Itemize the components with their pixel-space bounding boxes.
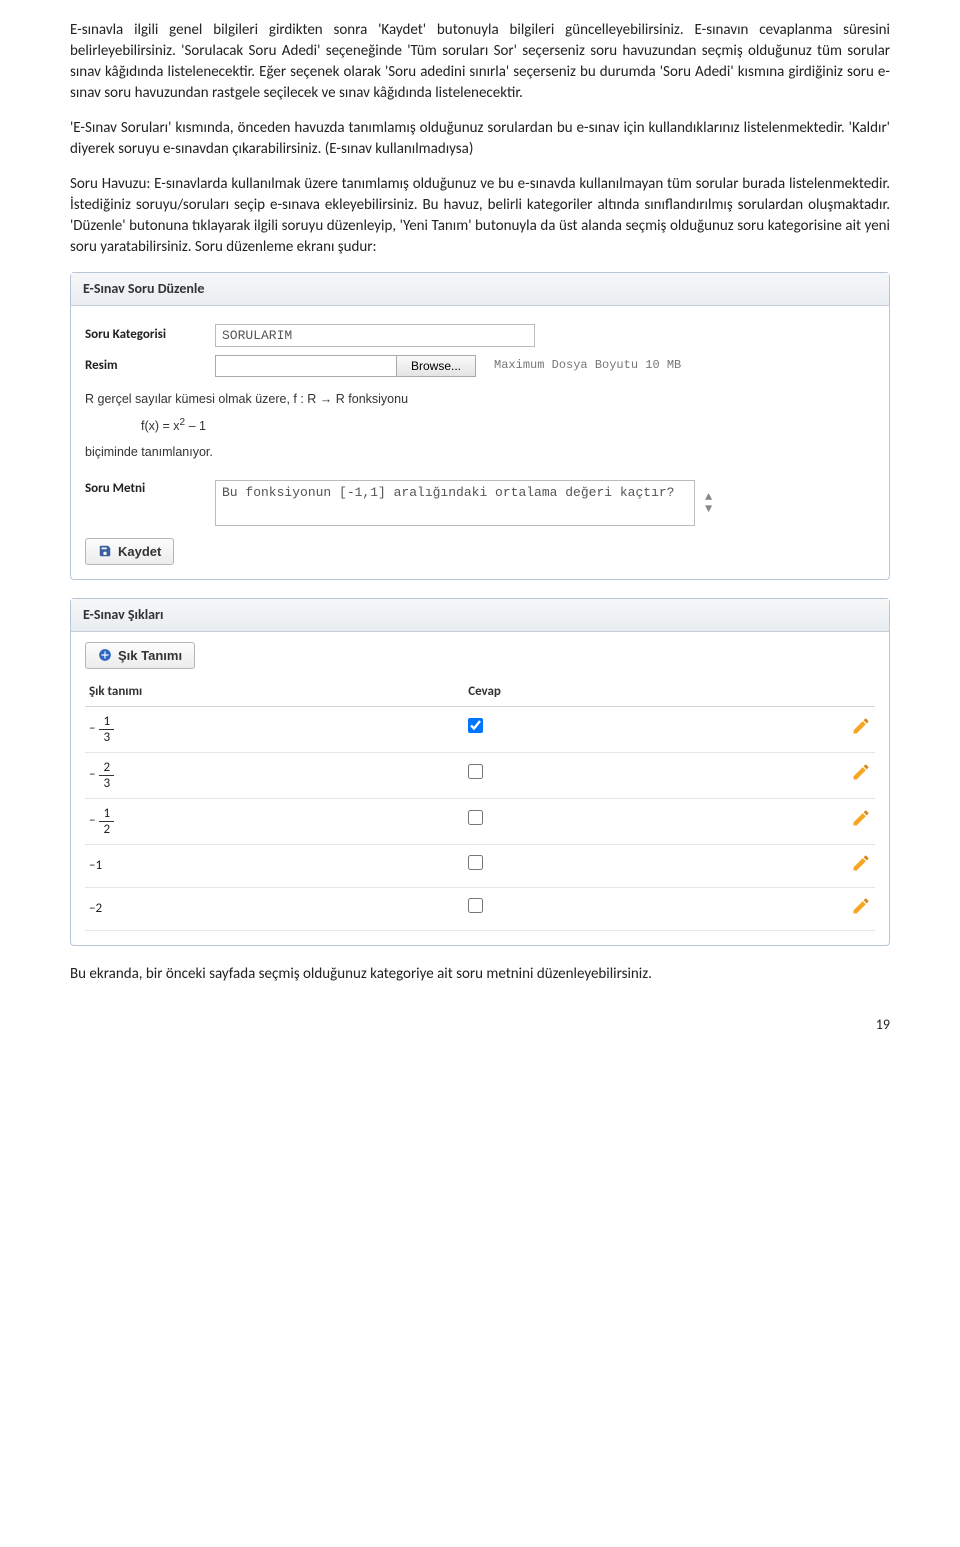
- edit-icon[interactable]: [851, 853, 871, 873]
- kaydet-button[interactable]: Kaydet: [85, 538, 174, 565]
- save-icon: [98, 544, 112, 558]
- col-cevap: Cevap: [464, 677, 829, 706]
- edit-icon[interactable]: [851, 716, 871, 736]
- sik-tanimi-button[interactable]: Şık Tanımı: [85, 642, 195, 669]
- cevap-checkbox[interactable]: [468, 718, 483, 733]
- resim-label: Resim: [85, 357, 215, 375]
- table-row: –1: [85, 844, 875, 887]
- question-preview: R gerçel sayılar kümesi olmak üzere, f :…: [85, 385, 875, 472]
- row-kategori: Soru Kategorisi: [85, 324, 875, 347]
- kategori-label: Soru Kategorisi: [85, 326, 215, 344]
- cevap-checkbox[interactable]: [468, 898, 483, 913]
- choices-panel: E-Sınav Şıkları Şık Tanımı Şık tanımı Ce…: [70, 598, 890, 946]
- soru-metni-textarea[interactable]: Bu fonksiyonun [-1,1] aralığındaki ortal…: [215, 480, 695, 526]
- math-line-1: R gerçel sayılar kümesi olmak üzere, f :…: [85, 389, 875, 409]
- sik-tanimi-label: Şık Tanımı: [118, 648, 182, 663]
- kategori-input[interactable]: [215, 324, 535, 347]
- sik-cell: –13: [85, 706, 464, 752]
- cevap-cell: [464, 752, 829, 798]
- cevap-checkbox[interactable]: [468, 855, 483, 870]
- browse-button[interactable]: Browse...: [396, 356, 475, 376]
- math-fx: f(x) = x: [141, 419, 180, 433]
- edit-cell: [829, 887, 875, 930]
- col-actions: [829, 677, 875, 706]
- cevap-checkbox[interactable]: [468, 810, 483, 825]
- edit-cell: [829, 844, 875, 887]
- row-soru-metni: Soru Metni Bu fonksiyonun [-1,1] aralığı…: [85, 480, 875, 526]
- edit-question-panel: E-Sınav Soru Düzenle Soru Kategorisi Res…: [70, 272, 890, 580]
- plus-icon: [98, 648, 112, 662]
- page-number: 19: [70, 1015, 890, 1035]
- cevap-checkbox[interactable]: [468, 764, 483, 779]
- cevap-cell: [464, 798, 829, 844]
- file-input[interactable]: [216, 356, 396, 376]
- choices-panel-title: E-Sınav Şıkları: [71, 599, 889, 632]
- choices-panel-body: Şık Tanımı Şık tanımı Cevap –13–23–12–1–…: [71, 632, 889, 945]
- edit-cell: [829, 798, 875, 844]
- edit-panel-body: Soru Kategorisi Resim Browse... Maximum …: [71, 306, 889, 580]
- math-tail: – 1: [185, 419, 206, 433]
- textarea-scroll-indicator: ▲▼: [705, 491, 712, 515]
- cevap-cell: [464, 887, 829, 930]
- edit-cell: [829, 706, 875, 752]
- edit-cell: [829, 752, 875, 798]
- table-row: –2: [85, 887, 875, 930]
- col-sik: Şık tanımı: [85, 677, 464, 706]
- sik-cell: –23: [85, 752, 464, 798]
- paragraph-2: 'E-Sınav Soruları' kısmında, önceden hav…: [70, 118, 890, 160]
- table-row: –13: [85, 706, 875, 752]
- metin-label: Soru Metni: [85, 480, 215, 498]
- row-resim: Resim Browse... Maximum Dosya Boyutu 10 …: [85, 355, 875, 377]
- cevap-cell: [464, 844, 829, 887]
- table-row: –12: [85, 798, 875, 844]
- edit-icon[interactable]: [851, 896, 871, 916]
- sik-cell: –1: [85, 844, 464, 887]
- paragraph-3: Soru Havuzu: E-sınavlarda kullanılmak üz…: [70, 174, 890, 258]
- sik-cell: –2: [85, 887, 464, 930]
- file-chooser[interactable]: Browse...: [215, 355, 476, 377]
- paragraph-4: Bu ekranda, bir önceki sayfada seçmiş ol…: [70, 964, 890, 985]
- math-line-2: f(x) = x2 – 1: [85, 409, 875, 442]
- edit-panel-title: E-Sınav Soru Düzenle: [71, 273, 889, 306]
- sik-table: Şık tanımı Cevap –13–23–12–1–2: [85, 677, 875, 931]
- kaydet-label: Kaydet: [118, 544, 161, 559]
- table-row: –23: [85, 752, 875, 798]
- paragraph-1: E-sınavla ilgili genel bilgileri girdikt…: [70, 20, 890, 104]
- math-line-3: biçiminde tanımlanıyor.: [85, 442, 875, 462]
- sik-cell: –12: [85, 798, 464, 844]
- file-size-hint: Maximum Dosya Boyutu 10 MB: [494, 357, 681, 374]
- cevap-cell: [464, 706, 829, 752]
- edit-icon[interactable]: [851, 762, 871, 782]
- edit-icon[interactable]: [851, 808, 871, 828]
